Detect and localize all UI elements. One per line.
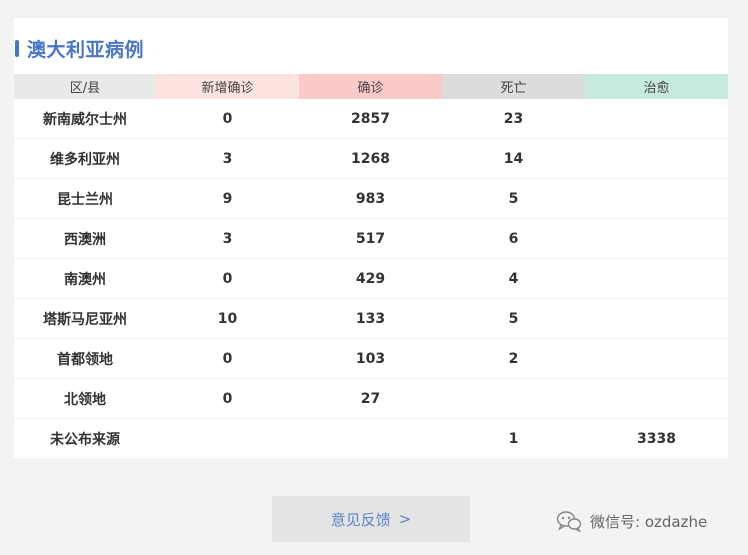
cell-recovered [585,258,728,299]
cell-region: 维多利亚州 [14,138,156,179]
cell-confirmed: 27 [299,378,442,419]
wechat-watermark: 微信号: ozdazhe [556,508,707,534]
cell-deaths: 6 [442,218,585,259]
cell-deaths: 4 [442,258,585,299]
table-row: 新南威尔士州 0 2857 23 [14,99,728,139]
header-confirmed: 确诊 [299,74,442,99]
australia-cases-card: 澳大利亚病例 区/县 新增确诊 确诊 死亡 治愈 新南威尔士州 0 2857 2… [14,18,728,458]
chevron-right-icon: > [398,510,412,528]
cell-confirmed [299,419,442,459]
cell-recovered [585,178,728,219]
cell-recovered [585,99,728,139]
cell-region: 未公布来源 [50,431,120,448]
cell-region: 首都领地 [14,338,156,379]
cell-recovered [585,138,728,179]
header-recovered: 治愈 [585,74,728,99]
cell-new: 3 [156,218,299,259]
cell-region: 新南威尔士州 [14,99,156,139]
header-new-confirmed: 新增确诊 [156,74,299,99]
cell-recovered [585,338,728,379]
cell-confirmed: 133 [299,298,442,339]
cell-recovered [585,378,728,419]
wechat-icon [556,511,582,532]
cases-table: 区/县 新增确诊 确诊 死亡 治愈 新南威尔士州 0 2857 23 维多利亚州… [14,74,728,458]
cell-recovered [585,298,728,339]
cell-confirmed: 983 [299,178,442,219]
section-title: 澳大利亚病例 [27,38,145,61]
cell-deaths: 14 [442,138,585,179]
cell-confirmed: 429 [299,258,442,299]
feedback-button[interactable]: 意见反馈 > [272,496,470,542]
table-row: 昆士兰州 9 983 5 [14,178,728,219]
cell-region: 南澳州 [14,258,156,299]
cell-confirmed: 103 [299,338,442,379]
table-row: 南澳州 0 429 4 [14,258,728,299]
cell-region: 西澳洲 [14,218,156,259]
cell-new: 9 [156,178,299,219]
cell-deaths: 2 [442,338,585,379]
cell-new: 10 [156,298,299,339]
table-row: 塔斯马尼亚州 10 133 5 [14,298,728,339]
header-deaths: 死亡 [442,74,585,99]
table-row: 北领地 0 27 [14,378,728,419]
cell-new: 3 [156,138,299,179]
section-header: 澳大利亚病例 [14,35,144,61]
table-row: 未公布来源 1 3338 [14,419,728,459]
cell-deaths: 1 [508,430,519,447]
cell-recovered: 3338 [637,430,676,447]
cell-new: 0 [156,378,299,419]
header-region: 区/县 [14,74,156,99]
table-header-row: 区/县 新增确诊 确诊 死亡 治愈 [14,74,728,99]
table-row: 维多利亚州 3 1268 14 [14,138,728,179]
cell-new: 0 [156,99,299,139]
cell-deaths: 23 [442,99,585,139]
cell-region: 北领地 [14,378,156,419]
cell-new [156,419,299,459]
cell-new: 0 [156,258,299,299]
cell-deaths: 5 [442,178,585,219]
cell-region: 塔斯马尼亚州 [14,298,156,339]
table-row: 西澳洲 3 517 6 [14,218,728,259]
cell-deaths: 5 [442,298,585,339]
cell-confirmed: 1268 [299,138,442,179]
cell-region: 昆士兰州 [14,178,156,219]
feedback-label: 意见反馈 [330,510,391,529]
watermark-text: 微信号: ozdazhe [590,512,708,531]
cell-deaths [442,378,585,419]
table-row: 首都领地 0 103 2 [14,338,728,379]
cell-confirmed: 517 [299,218,442,259]
cell-confirmed: 2857 [299,99,442,139]
cell-new: 0 [156,338,299,379]
title-accent-bar [15,39,19,57]
cell-recovered [585,218,728,259]
